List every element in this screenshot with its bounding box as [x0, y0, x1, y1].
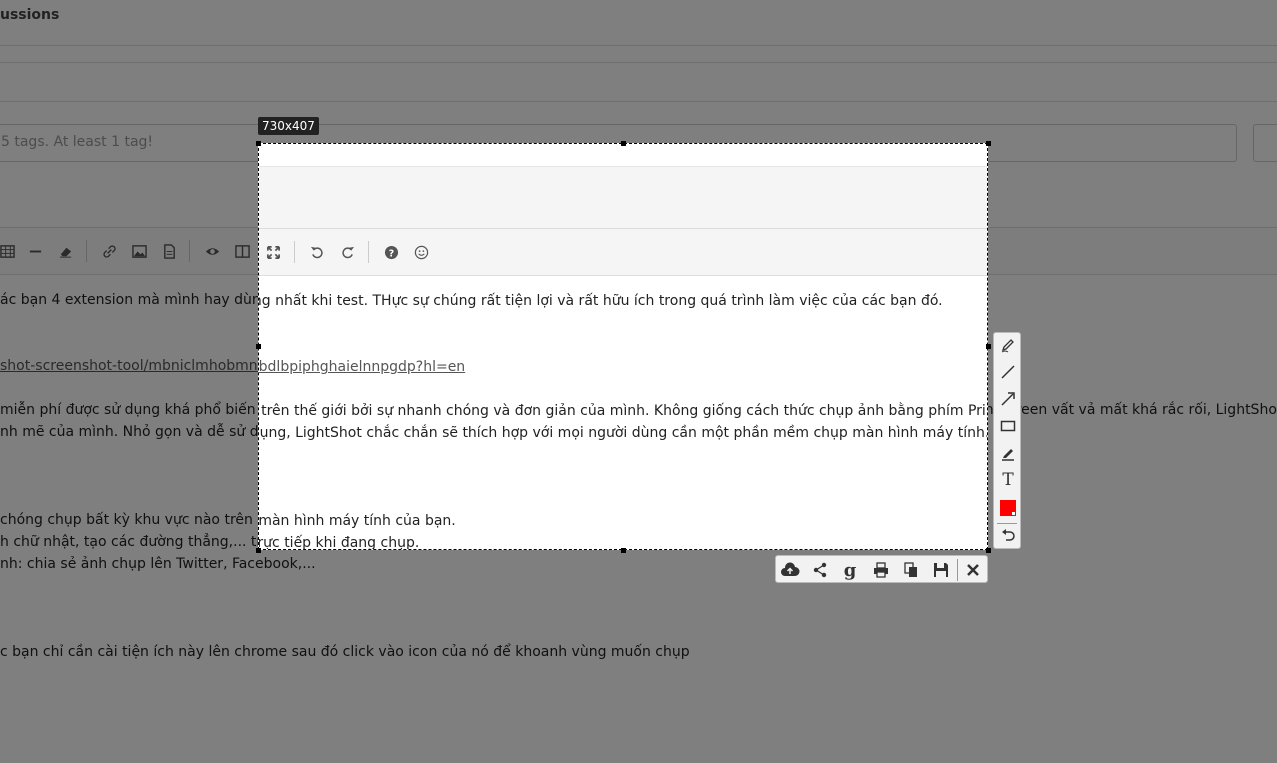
google-search-icon[interactable]: g — [839, 559, 861, 581]
marker-icon[interactable] — [998, 443, 1018, 463]
content-link[interactable]: shot-screenshot-tool/mbniclmhobmnbdlbpip… — [259, 359, 465, 375]
resize-handle-nw[interactable] — [256, 141, 261, 146]
resize-handle-n[interactable] — [621, 141, 626, 146]
emoji-icon[interactable] — [411, 242, 431, 262]
content-text: nh mẽ của mình. Nhỏ gọn và dễ sử dụng, L… — [259, 425, 988, 441]
resize-handle-ne[interactable] — [986, 141, 991, 146]
toolbar-separator — [368, 241, 369, 263]
close-icon[interactable] — [962, 559, 984, 581]
resize-handle-se[interactable] — [986, 548, 991, 553]
editor-header — [259, 167, 987, 228]
toolbar-separator — [957, 559, 958, 581]
copy-icon[interactable] — [900, 559, 922, 581]
resize-handle-e[interactable] — [986, 344, 991, 349]
line-icon[interactable] — [998, 362, 1018, 382]
editor-toolbar — [259, 228, 987, 276]
print-icon[interactable] — [870, 559, 892, 581]
content-text: miễn phí được sử dụng khá phổ biến trên … — [259, 403, 987, 419]
color-picker-icon[interactable] — [998, 498, 1018, 518]
undo-draw-icon[interactable] — [998, 526, 1018, 546]
redo-icon[interactable] — [337, 242, 357, 262]
upload-cloud-icon[interactable] — [779, 559, 801, 581]
drawing-toolbar: T — [993, 332, 1021, 549]
share-icon[interactable] — [809, 559, 831, 581]
undo-icon[interactable] — [307, 242, 327, 262]
content-text: chóng chụp bất kỳ khu vực nào trên màn h… — [258, 513, 456, 529]
arrow-icon[interactable] — [998, 389, 1018, 409]
content-text: ác bạn 4 extension mà mình hay dùng nhất… — [259, 293, 943, 309]
resize-handle-w[interactable] — [256, 344, 261, 349]
toolbar-separator — [294, 241, 295, 263]
fullscreen-icon[interactable] — [263, 242, 283, 262]
selection-clone: ác bạn 4 extension mà mình hay dùng nhất… — [258, 144, 988, 550]
selected-color-swatch — [1000, 500, 1016, 516]
selection-size-label: 730x407 — [258, 117, 319, 135]
help-icon[interactable] — [381, 242, 401, 262]
toolbar-separator — [997, 523, 1017, 524]
action-toolbar: g — [775, 555, 988, 583]
text-tool-icon[interactable]: T — [998, 470, 1018, 490]
content-text: h chữ nhật, tạo các đường thẳng,... trực… — [259, 535, 420, 550]
pen-icon[interactable] — [998, 335, 1018, 355]
resize-handle-sw[interactable] — [256, 548, 261, 553]
capture-selection[interactable]: ác bạn 4 extension mà mình hay dùng nhất… — [258, 143, 988, 550]
resize-handle-s[interactable] — [621, 548, 626, 553]
save-icon[interactable] — [930, 559, 952, 581]
rectangle-icon[interactable] — [998, 416, 1018, 436]
